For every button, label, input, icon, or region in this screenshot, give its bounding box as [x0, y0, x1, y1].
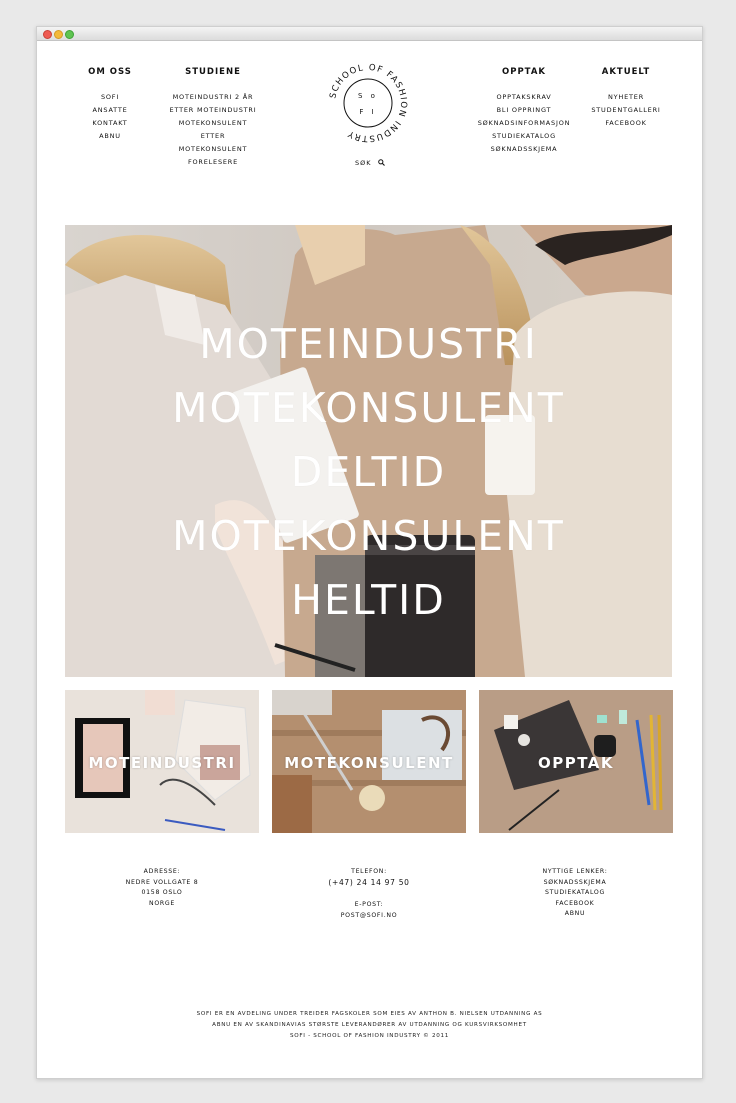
- footer-contact: TELEFON: (+47) 24 14 97 50 E-POST: POST@…: [309, 867, 429, 921]
- nav-list-opptak: OPPTAKSKRAV BLI OPPRINGT SØKNADSINFORMAS…: [474, 91, 574, 156]
- minimize-window-button[interactable]: [54, 30, 63, 39]
- tile-label-moteindustri: MOTEINDUSTRI: [88, 754, 236, 772]
- svg-text:SCHOOL OF FASHION INDUSTRY: SCHOOL OF FASHION INDUSTRY: [328, 63, 408, 143]
- nav-link-etter[interactable]: ETTER: [165, 130, 261, 143]
- hero-banner[interactable]: MOTEINDUSTRI MOTEKONSULENT DELTID MOTEKO…: [65, 225, 672, 677]
- window-titlebar: [37, 27, 702, 41]
- footer-fine-print: SOFI ER EN AVDELING UNDER TREIDER FAGSKO…: [37, 1009, 702, 1042]
- close-window-button[interactable]: [43, 30, 52, 39]
- hero-line-moteindustri[interactable]: MOTEINDUSTRI: [65, 312, 672, 376]
- hero-line-motekonsulent[interactable]: MOTEKONSULENT: [65, 376, 672, 440]
- nav-link-ansatte[interactable]: ANSATTE: [83, 104, 137, 117]
- nav-link-opptakskrav[interactable]: OPPTAKSKRAV: [474, 91, 574, 104]
- nav-list-aktuelt: NYHETER STUDENTGALLERI FACEBOOK: [586, 91, 666, 130]
- tile-moteindustri[interactable]: MOTEINDUSTRI: [65, 690, 259, 833]
- tile-motekonsulent[interactable]: MOTEKONSULENT: [272, 690, 466, 833]
- tile-opptak[interactable]: OPPTAK: [479, 690, 673, 833]
- nav-link-bli-oppringt[interactable]: BLI OPPRINGT: [474, 104, 574, 117]
- nav-link-studiekatalog[interactable]: STUDIEKATALOG: [474, 130, 574, 143]
- nav-link-moteindustri-2-ar[interactable]: MOTEINDUSTRI 2 ÅR: [165, 91, 261, 104]
- nav-studiene: STUDIENE MOTEINDUSTRI 2 ÅR ETTER MOTEIND…: [165, 67, 261, 169]
- fine-print-line-1: SOFI ER EN AVDELING UNDER TREIDER FAGSKO…: [196, 1011, 543, 1017]
- nav-link-etter-moteindustri[interactable]: ETTER MOTEINDUSTRI: [165, 104, 261, 117]
- nav-om-oss: OM OSS SOFI ANSATTE KONTAKT ABNU: [83, 67, 137, 143]
- logo-ring-text: SCHOOL OF FASHION INDUSTRY: [328, 63, 407, 143]
- footer-email-value[interactable]: POST@SOFI.NO: [309, 911, 429, 922]
- nav-heading-aktuelt[interactable]: AKTUELT: [586, 67, 666, 77]
- tile-label-motekonsulent: MOTEKONSULENT: [284, 754, 454, 772]
- nav-list-om-oss: SOFI ANSATTE KONTAKT ABNU: [83, 91, 137, 143]
- nav-link-kontakt[interactable]: KONTAKT: [83, 117, 137, 130]
- footer-email-label: E-POST:: [354, 901, 384, 908]
- footer-links-label: NYTTIGE LENKER:: [542, 868, 608, 875]
- nav-link-forelesere[interactable]: FORELESERE: [165, 156, 261, 169]
- footer-phone-label: TELEFON:: [351, 868, 387, 875]
- tile-label-opptak: OPPTAK: [537, 754, 615, 772]
- hero-line-motekonsulent-2[interactable]: MOTEKONSULENT: [65, 504, 672, 568]
- footer-address-postcode: 0158 OSLO: [141, 889, 183, 896]
- footer-link-abnu[interactable]: ABNU: [520, 909, 630, 920]
- search-icon: [377, 159, 385, 166]
- footer-address: ADRESSE: NEDRE VOLLGATE 8 0158 OSLO NORG…: [107, 867, 217, 909]
- nav-link-soknadsinformasjon[interactable]: SØKNADSINFORMASJON: [474, 117, 574, 130]
- search-label: SØK: [355, 159, 372, 167]
- nav-aktuelt: AKTUELT NYHETER STUDENTGALLERI FACEBOOK: [586, 67, 666, 130]
- footer-address-country: NORGE: [148, 899, 175, 907]
- logo-center-bottom: F I: [359, 108, 376, 116]
- sofi-logo[interactable]: SCHOOL OF FASHION INDUSTRY S o F I: [323, 58, 413, 148]
- hero-line-deltid[interactable]: DELTID: [65, 440, 672, 504]
- footer-links: NYTTIGE LENKER: SØKNADSSKJEMA STUDIEKATA…: [520, 867, 630, 920]
- nav-link-abnu[interactable]: ABNU: [83, 130, 137, 143]
- search-link[interactable]: SØK: [355, 159, 385, 167]
- footer-link-soknadsskjema[interactable]: SØKNADSSKJEMA: [520, 878, 630, 889]
- nav-link-soknadsskjema[interactable]: SØKNADSSKJEMA: [474, 143, 574, 156]
- nav-opptak: OPPTAK OPPTAKSKRAV BLI OPPRINGT SØKNADSI…: [474, 67, 574, 156]
- footer-link-facebook[interactable]: FACEBOOK: [520, 899, 630, 910]
- nav-link-nyheter[interactable]: NYHETER: [586, 91, 666, 104]
- nav-list-studiene: MOTEINDUSTRI 2 ÅR ETTER MOTEINDUSTRI MOT…: [165, 91, 261, 169]
- nav-link-sofi[interactable]: SOFI: [83, 91, 137, 104]
- nav-heading-om-oss[interactable]: OM OSS: [83, 67, 137, 77]
- browser-window: OM OSS SOFI ANSATTE KONTAKT ABNU STUDIEN…: [36, 26, 703, 1079]
- nav-link-motekonsulent-2[interactable]: MOTEKONSULENT: [165, 143, 261, 156]
- footer-link-studiekatalog[interactable]: STUDIEKATALOG: [520, 888, 630, 899]
- zoom-window-button[interactable]: [65, 30, 74, 39]
- fine-print-line-2: ABNU EN AV SKANDINAVIAS STØRSTE LEVERAND…: [212, 1022, 527, 1028]
- hero-line-heltid[interactable]: HELTID: [65, 568, 672, 632]
- hero-headline: MOTEINDUSTRI MOTEKONSULENT DELTID MOTEKO…: [65, 312, 672, 632]
- nav-heading-studiene[interactable]: STUDIENE: [165, 67, 261, 77]
- nav-link-studentgalleri[interactable]: STUDENTGALLERI: [586, 104, 666, 117]
- fine-print-line-3: SOFI - SCHOOL OF FASHION INDUSTRY © 2011: [290, 1033, 449, 1039]
- nav-link-facebook[interactable]: FACEBOOK: [586, 117, 666, 130]
- nav-link-motekonsulent[interactable]: MOTEKONSULENT: [165, 117, 261, 130]
- footer-address-label: ADRESSE:: [143, 868, 181, 875]
- footer-address-street: NEDRE VOLLGATE 8: [125, 878, 199, 886]
- nav-heading-opptak[interactable]: OPPTAK: [474, 67, 574, 77]
- logo-center-top: S o: [358, 92, 378, 100]
- footer-phone-value[interactable]: (+47) 24 14 97 50: [309, 878, 429, 889]
